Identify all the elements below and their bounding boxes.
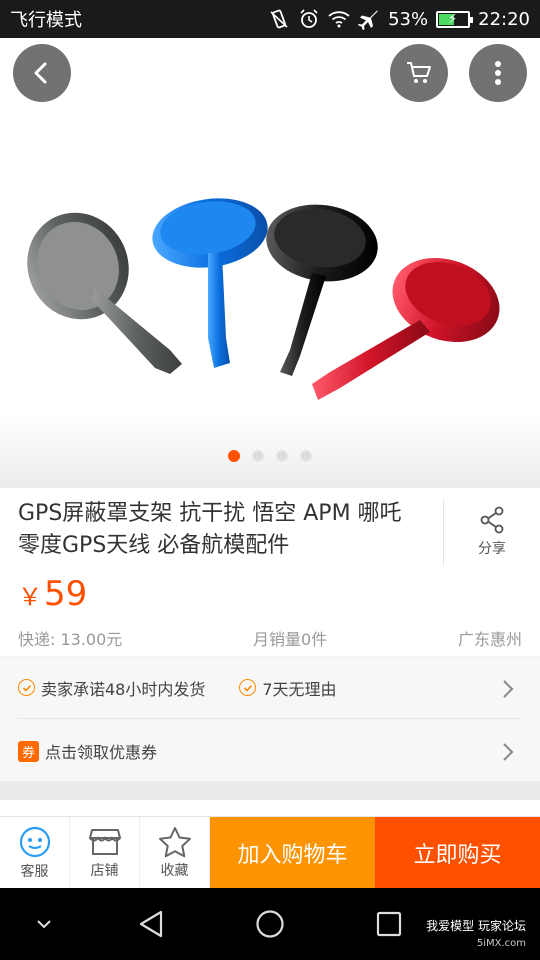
- pager-dot[interactable]: [252, 450, 264, 462]
- square-recents-icon: [376, 911, 402, 937]
- service-promises-row[interactable]: 卖家承诺48小时内发货 7天无理由: [18, 657, 522, 719]
- pager-dot[interactable]: [228, 450, 240, 462]
- buy-now-button[interactable]: 立即购买: [375, 817, 540, 889]
- next-section-peek: [0, 800, 540, 816]
- airplane-icon: [358, 10, 379, 30]
- coupon-icon: 券: [18, 740, 39, 762]
- more-options-button[interactable]: [469, 44, 527, 102]
- bottom-action-bar: 客服 店铺 收藏 加入购物车 立即购买: [0, 816, 540, 889]
- vibrate-icon: [270, 9, 288, 29]
- product-meta: 快递: 13.00元 月销量0件 广东惠州: [18, 626, 522, 650]
- currency-symbol: ￥: [18, 583, 42, 611]
- promise-shipping: 卖家承诺48小时内发货: [41, 679, 206, 699]
- seller-location: 广东惠州: [457, 630, 522, 649]
- watermark-url: 5iMX.com: [476, 938, 526, 949]
- more-vertical-icon: [495, 61, 501, 85]
- alarm-icon: [300, 9, 318, 28]
- chevron-right-icon: [503, 743, 514, 761]
- check-icon: [239, 679, 257, 696]
- check-icon: [18, 679, 35, 696]
- divider: [443, 500, 444, 566]
- wifi-icon: [328, 11, 350, 28]
- watermark-title: 我爱模型 玩家论坛: [426, 919, 526, 933]
- coupon-label: 点击领取优惠券: [45, 743, 158, 762]
- monthly-sales: 月销量0件: [253, 630, 328, 649]
- product-info: GPS屏蔽罩支架 抗干扰 悟空 APM 哪吒 零度GPS天线 必备航模配件 分享…: [0, 488, 540, 656]
- share-icon: [480, 506, 504, 534]
- star-icon: [158, 827, 191, 858]
- battery-icon: ⚡: [436, 10, 474, 28]
- promise-item: 卖家承诺48小时内发货: [18, 676, 205, 700]
- hide-nav-button[interactable]: [24, 888, 64, 960]
- triangle-back-icon: [139, 910, 163, 938]
- coupon-row[interactable]: 券 点击领取优惠券: [18, 720, 522, 782]
- shipping-fee: 快递: 13.00元: [18, 630, 123, 649]
- shop-button[interactable]: 店铺: [70, 817, 140, 889]
- gallery-pager: [0, 450, 540, 462]
- cart-button[interactable]: [390, 44, 448, 102]
- circle-home-icon: [256, 910, 284, 938]
- customer-service-button[interactable]: 客服: [0, 817, 70, 889]
- navigation-bar: 我爱模型 玩家论坛 5iMX.com: [0, 888, 540, 960]
- pager-dot[interactable]: [300, 450, 312, 462]
- clock: 22:20: [478, 8, 530, 30]
- cart-icon: [407, 62, 431, 83]
- share-button[interactable]: 分享: [462, 506, 522, 558]
- customer-service-label: 客服: [20, 864, 49, 880]
- favorite-button[interactable]: 收藏: [140, 817, 210, 889]
- add-to-cart-button[interactable]: 加入购物车: [210, 817, 375, 889]
- watermark: 我爱模型 玩家论坛 5iMX.com: [426, 918, 526, 952]
- service-section: 卖家承诺48小时内发货 7天无理由 券 点击领取优惠券: [0, 657, 540, 781]
- share-label: 分享: [478, 541, 506, 557]
- chevron-left-icon: [34, 62, 47, 84]
- product-title: GPS屏蔽罩支架 抗干扰 悟空 APM 哪吒 零度GPS天线 必备航模配件: [18, 501, 402, 558]
- pager-dot[interactable]: [276, 450, 288, 462]
- nav-back-button[interactable]: [124, 888, 178, 960]
- promise-return: 7天无理由: [262, 679, 337, 699]
- product-image-gallery[interactable]: [0, 38, 540, 488]
- status-bar: 飞行模式 53% ⚡ 22:20: [0, 0, 540, 38]
- nav-recents-button[interactable]: [362, 888, 416, 960]
- nav-home-button[interactable]: [243, 888, 297, 960]
- chevron-down-icon: [37, 920, 51, 929]
- price-value: 59: [44, 574, 88, 614]
- airplane-mode-label: 飞行模式: [10, 10, 82, 31]
- battery-percent: 53%: [388, 8, 429, 30]
- chevron-right-icon: [503, 680, 514, 698]
- section-gap: [0, 781, 540, 800]
- back-button[interactable]: [13, 44, 71, 102]
- chat-face-icon: [19, 826, 50, 858]
- promise-item: 7天无理由: [239, 676, 337, 700]
- favorite-label: 收藏: [160, 863, 189, 879]
- price: ￥59: [18, 574, 87, 614]
- shop-label: 店铺: [90, 863, 119, 879]
- shop-icon: [88, 829, 121, 855]
